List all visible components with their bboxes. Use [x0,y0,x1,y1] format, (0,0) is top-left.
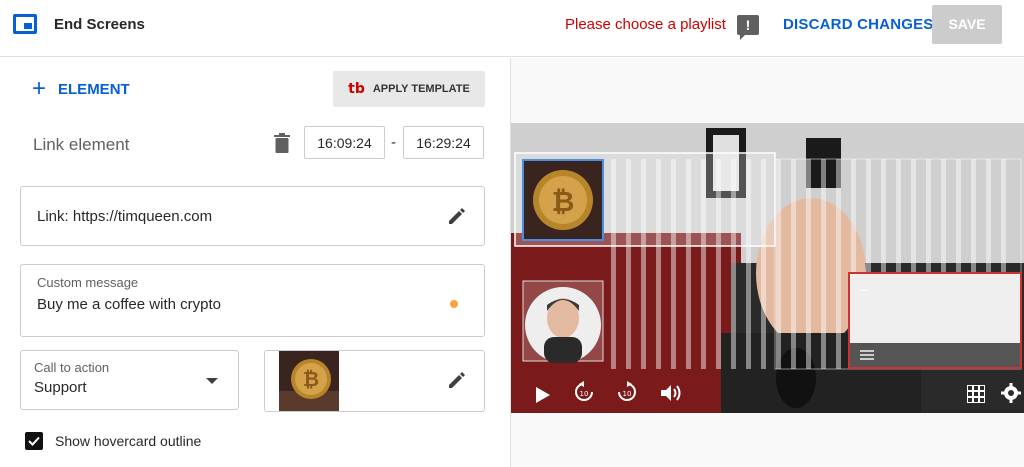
svg-text:10: 10 [580,390,589,398]
start-time-input[interactable]: 16:09:24 [304,126,385,159]
add-element-button[interactable]: + ELEMENT [32,75,130,102]
hovercard-label: Show hovercard outline [55,433,202,449]
tubebuddy-logo-icon: tb [348,81,365,97]
custom-message-field[interactable]: Custom message Buy me a coffee with cryp… [20,264,485,337]
trash-icon[interactable] [274,133,290,153]
svg-text:₿: ₿ [303,367,319,391]
link-field[interactable]: Link: https://timqueen.com [20,186,485,246]
status-dot [450,300,458,308]
end-time-input[interactable]: 16:29:24 [403,126,484,159]
chevron-down-icon [206,378,218,384]
apply-template-label: APPLY TEMPLATE [372,83,470,95]
playlist-placeholder: ... [859,280,870,294]
custom-message-label: Custom message [37,275,139,290]
edit-image-icon[interactable] [447,370,467,390]
link-value: Link: https://timqueen.com [37,208,213,225]
editor-panel: + ELEMENT tb APPLY TEMPLATE Link element… [0,58,510,467]
forward-10-icon[interactable]: 10 [616,381,638,403]
custom-message-value: Buy me a coffee with crypto [37,296,221,313]
plus-icon: + [32,75,47,102]
rewind-10-icon[interactable]: 10 [573,381,595,403]
svg-text:₿: ₿ [552,185,575,218]
grid-icon[interactable] [967,385,985,403]
save-button[interactable]: SAVE [932,5,1002,44]
bitcoin-thumbnail: ₿ [279,351,339,411]
element-title: Link element [33,135,130,154]
check-icon [28,436,40,446]
add-element-label: ELEMENT [58,80,130,98]
call-to-action-value: Support [34,379,87,396]
volume-icon[interactable] [661,383,683,403]
image-picker[interactable]: ₿ [264,350,485,412]
call-to-action-select[interactable]: Call to action Support [20,350,239,410]
video-preview[interactable]: ₿ ... 10 10 [511,123,1024,413]
settings-gear-icon[interactable] [1001,383,1021,403]
feedback-icon[interactable]: ! [737,15,759,40]
apply-template-button[interactable]: tb APPLY TEMPLATE [333,71,485,107]
hovercard-checkbox[interactable] [25,432,43,450]
discard-changes-button[interactable]: DISCARD CHANGES [783,16,934,33]
time-separator: - [391,134,396,151]
call-to-action-label: Call to action [34,360,110,375]
playlist-warning: Please choose a playlist [565,16,726,33]
player-controls: 10 10 [511,369,1024,413]
svg-text:10: 10 [623,390,632,398]
page-title: End Screens [54,16,145,33]
play-icon[interactable] [536,387,550,403]
end-screen-icon [13,14,37,34]
header-bar: End Screens Please choose a playlist ! D… [0,0,1024,57]
edit-link-icon[interactable] [447,206,467,226]
